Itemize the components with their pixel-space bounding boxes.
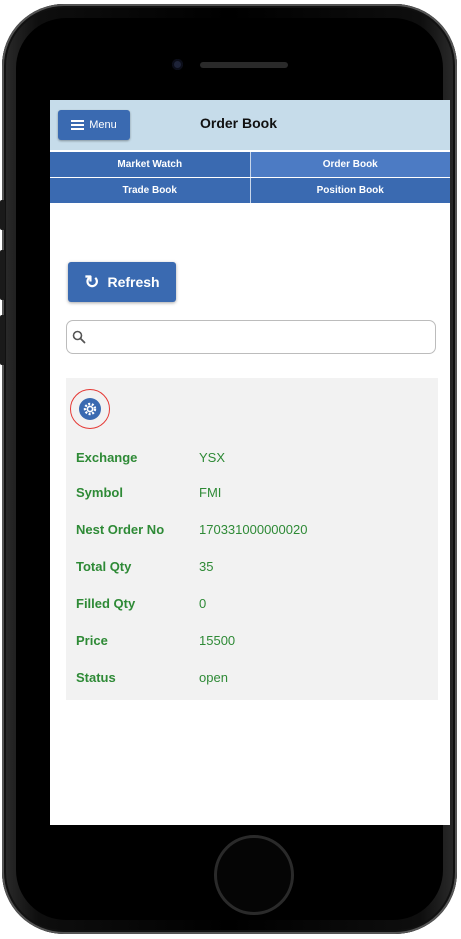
refresh-button[interactable]: ↻ Refresh	[68, 262, 176, 302]
field-label: Total Qty	[76, 559, 132, 574]
search-input[interactable]	[66, 320, 436, 354]
refresh-button-label: Refresh	[107, 274, 160, 290]
field-value: 35	[199, 559, 214, 574]
phone-camera	[172, 59, 183, 70]
phone-home-button[interactable]	[214, 835, 294, 915]
field-value: 170331000000020	[199, 522, 308, 537]
tab-position-book[interactable]: Position Book	[249, 178, 450, 203]
field-value: 0	[199, 596, 207, 611]
search-icon	[72, 330, 86, 344]
tab-market-watch[interactable]: Market Watch	[50, 152, 250, 177]
phone-volume-down	[0, 315, 5, 365]
field-label: Exchange	[76, 450, 138, 465]
order-card: Exchange YSX Symbol FMI Nest Order No 17…	[66, 378, 438, 700]
menu-button-label: Menu	[89, 119, 117, 131]
field-label: Price	[76, 633, 108, 648]
refresh-icon: ↻	[84, 272, 100, 292]
page-title: Order Book	[200, 115, 278, 131]
settings-button[interactable]	[79, 398, 101, 420]
field-value: YSX	[199, 450, 226, 465]
field-value: open	[199, 670, 228, 685]
field-value: 15500	[199, 633, 236, 648]
tab-trade-book[interactable]: Trade Book	[50, 178, 250, 203]
tab-order-book[interactable]: Order Book	[249, 152, 450, 177]
field-label: Filled Qty	[76, 596, 136, 611]
phone-mute-switch	[0, 200, 5, 230]
phone-speaker	[200, 62, 288, 68]
phone-volume-up	[0, 250, 5, 300]
app-screen: Menu Order Book Market Watch Order Book …	[50, 100, 450, 825]
settings-highlight-ring	[70, 389, 110, 429]
field-value: FMI	[199, 485, 222, 500]
field-label: Nest Order No	[76, 522, 165, 537]
hamburger-icon	[71, 120, 85, 130]
field-label: Symbol	[76, 485, 123, 500]
menu-button[interactable]: Menu	[58, 110, 130, 140]
field-label: Status	[76, 670, 116, 685]
nav-tabs: Market Watch Order Book Trade Book Posit…	[50, 152, 450, 204]
gear-icon	[83, 402, 97, 416]
app-header: Menu Order Book	[50, 100, 450, 150]
